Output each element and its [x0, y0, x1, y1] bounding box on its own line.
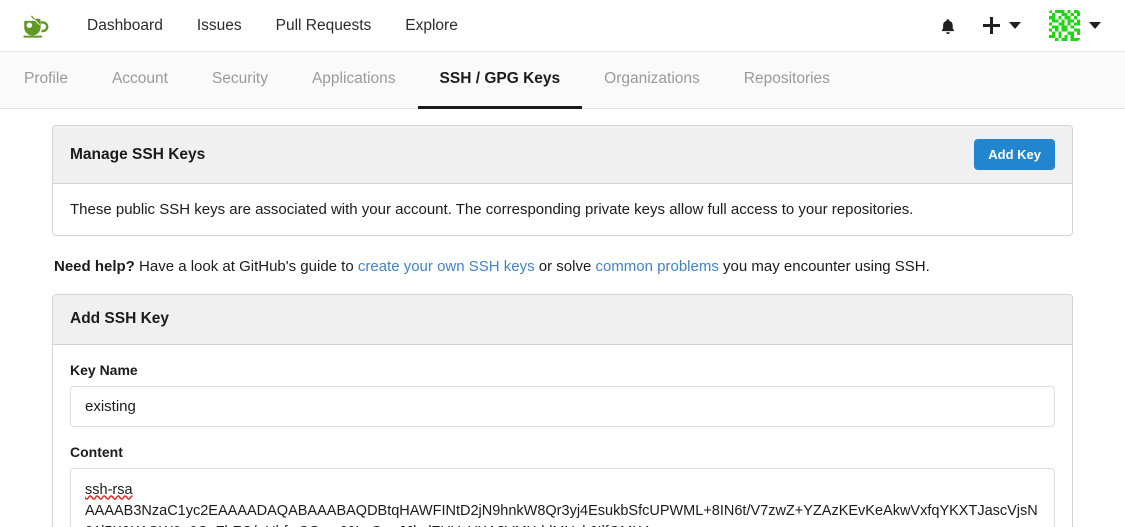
tab-organizations[interactable]: Organizations	[582, 52, 722, 109]
nav-link-issues[interactable]: Issues	[180, 0, 259, 52]
chevron-down-icon	[1089, 22, 1101, 29]
add-ssh-key-panel: Add SSH Key Key Name Content ssh-rsa AAA…	[52, 293, 1073, 527]
need-help-text: Need help? Have a look at GitHub's guide…	[52, 256, 1073, 294]
ssh-key-content-textarea[interactable]: ssh-rsa AAAAB3NzaC1yc2EAAAADAQABAAABAQDB…	[70, 467, 1055, 527]
manage-ssh-keys-description: These public SSH keys are associated wit…	[70, 201, 914, 218]
need-help-before: Have a look at GitHub's guide to	[134, 258, 358, 275]
top-navbar: Dashboard Issues Pull Requests Explore	[0, 0, 1125, 52]
bell-icon	[940, 18, 955, 34]
plus-icon	[983, 17, 1000, 34]
manage-ssh-keys-header: Manage SSH Keys Add Key	[53, 126, 1072, 184]
add-key-button[interactable]: Add Key	[974, 139, 1055, 170]
primary-nav-links: Dashboard Issues Pull Requests Explore	[70, 0, 475, 52]
settings-tab-bar: Profile Account Security Applications SS…	[0, 52, 1125, 109]
ssh-key-body: AAAAB3NzaC1yc2EAAAADAQABAAABAQDBtqHAWFIN…	[85, 502, 1038, 527]
key-name-field-group: Key Name	[53, 362, 1072, 427]
need-help-lead: Need help?	[54, 258, 135, 275]
user-menu-button[interactable]	[1031, 0, 1109, 52]
manage-ssh-keys-panel: Manage SSH Keys Add Key These public SSH…	[52, 125, 1073, 236]
link-create-ssh-keys[interactable]: create your own SSH keys	[358, 258, 535, 275]
key-name-label: Key Name	[70, 361, 138, 378]
avatar	[1049, 10, 1080, 41]
nav-link-explore[interactable]: Explore	[388, 0, 475, 52]
tab-ssh-gpg-keys[interactable]: SSH / GPG Keys	[417, 52, 583, 109]
add-ssh-key-header: Add SSH Key	[53, 294, 1072, 345]
nav-link-dashboard[interactable]: Dashboard	[70, 0, 180, 52]
notifications-button[interactable]	[926, 0, 969, 52]
need-help-middle: or solve	[534, 258, 596, 275]
need-help-after: you may encounter using SSH.	[718, 258, 930, 275]
nav-link-pull-requests[interactable]: Pull Requests	[259, 0, 389, 52]
tab-security[interactable]: Security	[190, 52, 290, 109]
chevron-down-icon	[1009, 22, 1021, 29]
create-new-button[interactable]	[969, 0, 1031, 52]
tab-account[interactable]: Account	[90, 52, 190, 109]
content-field-group: Content ssh-rsa AAAAB3NzaC1yc2EAAAADAQAB…	[53, 444, 1072, 527]
link-common-problems[interactable]: common problems	[595, 258, 718, 275]
add-ssh-key-title: Add SSH Key	[70, 310, 170, 328]
tab-repositories[interactable]: Repositories	[722, 52, 852, 109]
key-name-input[interactable]	[70, 385, 1055, 427]
navbar-right-group	[926, 0, 1109, 52]
tab-applications[interactable]: Applications	[290, 52, 418, 109]
settings-content: Manage SSH Keys Add Key These public SSH…	[0, 109, 1125, 527]
content-label: Content	[70, 443, 123, 460]
gitea-logo-icon[interactable]	[18, 9, 52, 43]
tab-profile[interactable]: Profile	[2, 52, 90, 109]
page-title: Manage SSH Keys	[70, 145, 206, 163]
ssh-key-type: ssh-rsa	[85, 481, 133, 498]
